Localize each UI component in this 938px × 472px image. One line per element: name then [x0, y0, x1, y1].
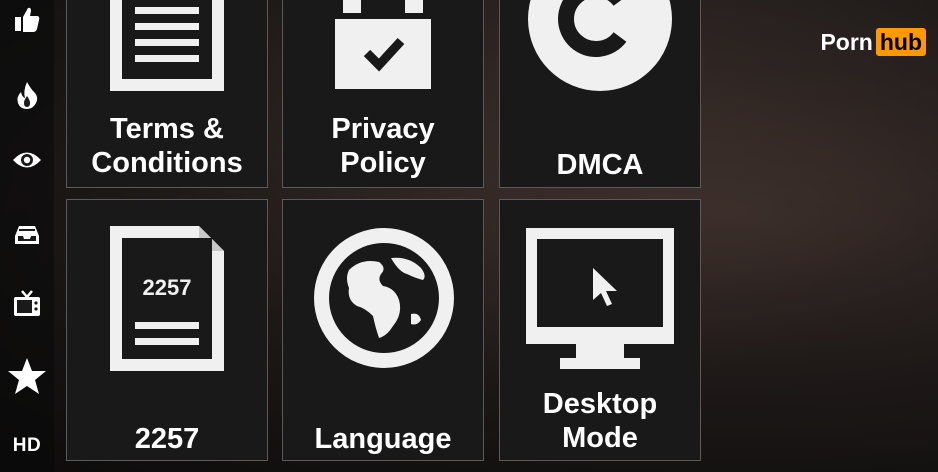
sidebar-item-hottest[interactable] [0, 75, 54, 115]
flame-icon [17, 82, 38, 109]
tile-privacy-policy[interactable]: Privacy Policy [282, 0, 484, 188]
sidebar-item-most-viewed[interactable] [0, 140, 54, 180]
tile-desktop-label-line1: Desktop [542, 388, 658, 420]
copyright-icon [528, 0, 672, 91]
document-2257-icon [110, 226, 224, 371]
tile-terms-label-line1: Terms & [110, 113, 224, 145]
tile-language[interactable]: Language [282, 199, 484, 461]
tile-2257-label: 2257 [134, 423, 200, 455]
star-icon [8, 358, 46, 394]
sidebar: HD [0, 0, 54, 472]
sidebar-item-inbox[interactable] [0, 215, 54, 255]
tile-desktop-mode[interactable]: Desktop Mode [499, 199, 701, 461]
sidebar-item-top-rated[interactable] [0, 356, 54, 396]
tv-icon [14, 290, 40, 316]
hd-label: HD [12, 435, 42, 456]
sidebar-item-thumbs-up[interactable] [0, 0, 54, 40]
tile-language-label: Language [314, 423, 452, 455]
sidebar-item-live[interactable] [0, 284, 54, 324]
thumbs-up-icon [15, 7, 40, 33]
tile-dmca-label: DMCA [556, 149, 644, 181]
eye-icon [13, 152, 41, 168]
tile-2257[interactable]: 2257 2257 [66, 199, 268, 461]
monitor-cursor-icon [526, 228, 674, 369]
tile-dmca[interactable]: DMCA [499, 0, 701, 188]
sidebar-item-hd[interactable]: HD [0, 426, 54, 466]
inbox-tray-icon [15, 226, 39, 244]
tile-desktop-label-line2: Mode [562, 422, 638, 454]
tile-privacy-label-line1: Privacy [331, 113, 435, 145]
tile-privacy-label-line2: Policy [340, 147, 426, 179]
logo-porn-text: Porn [820, 28, 873, 55]
logo-hub-text: hub [875, 28, 926, 56]
tile-terms-conditions[interactable]: Terms & Conditions [66, 0, 268, 188]
document-lines-icon [110, 0, 224, 91]
calendar-check-icon [335, 0, 431, 89]
document-2257-text: 2257 [142, 275, 192, 300]
tile-terms-label-line2: Conditions [91, 147, 243, 179]
brand-logo[interactable]: Porn hub [820, 28, 926, 56]
globe-icon [314, 228, 454, 368]
